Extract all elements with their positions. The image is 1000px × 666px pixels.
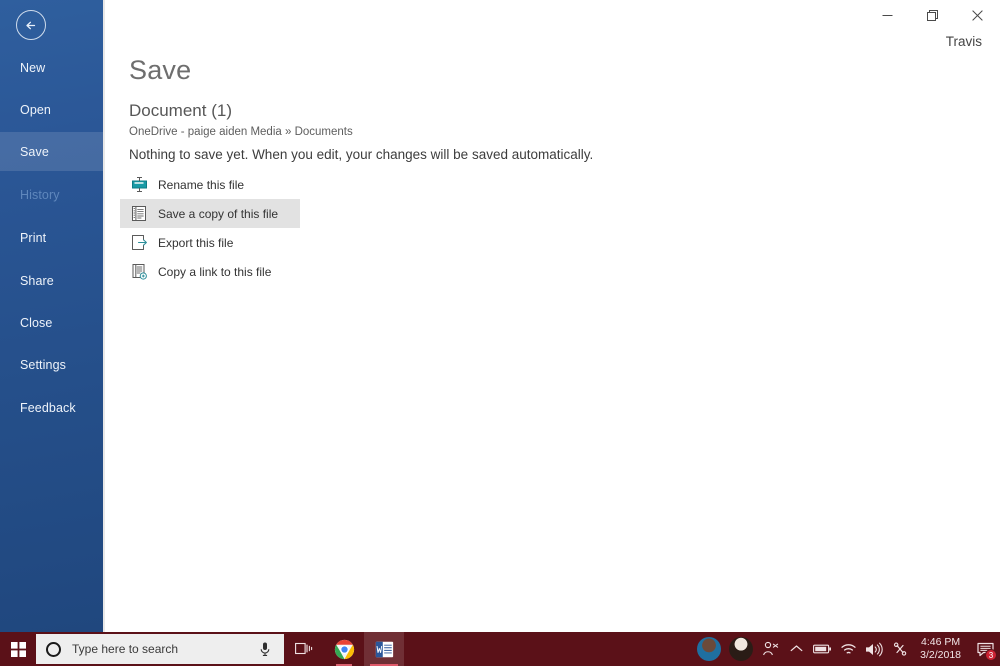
sidebar-item-label: Share [20,273,54,288]
sidebar-item-label: Print [20,230,47,245]
people-avatar-2[interactable] [729,637,754,661]
sidebar-item-save[interactable]: Save [0,132,103,171]
rename-file-icon [129,175,149,195]
task-view-icon [295,642,313,655]
sidebar-item-settings[interactable]: Settings [0,345,103,384]
action-label: Rename this file [158,177,245,192]
sidebar-item-history: History [0,175,103,214]
page-title: Save [129,55,192,85]
sidebar-item-open[interactable]: Open [0,90,103,129]
action-export-this-file[interactable]: Export this file [120,228,300,257]
close-button[interactable] [955,0,1000,30]
system-tray: 4:46 PM 3/2/2018 3 [689,632,1000,666]
sidebar-item-share[interactable]: Share [0,261,103,300]
close-icon [972,9,983,21]
file-actions-list: Rename this file Save a copy of this fil… [120,170,300,286]
sidebar-item-new[interactable]: New [0,48,103,87]
volume-icon[interactable] [861,632,887,666]
people-icon[interactable] [757,632,783,666]
word-backstage-screen: New Open Save History Print Share Close … [0,0,1000,666]
clock[interactable]: 4:46 PM 3/2/2018 [913,636,970,662]
microphone-icon[interactable] [258,641,272,662]
action-center-button[interactable]: 3 [970,632,1000,666]
show-hidden-icons-chevron-up-icon[interactable] [783,632,809,666]
action-save-a-copy-of-this-file[interactable]: Save a copy of this file [120,199,300,228]
minimize-icon [882,14,893,16]
clock-date: 3/2/2018 [920,649,961,661]
back-button[interactable] [16,10,46,40]
bluetooth-icon[interactable] [887,632,913,666]
account-name[interactable]: Travis [946,34,982,49]
restore-icon [927,9,938,21]
chrome-icon [334,639,354,659]
document-path: OneDrive - paige aiden Media » Documents [129,126,353,138]
copy-link-icon [129,262,149,282]
taskbar-button-word[interactable] [364,632,404,666]
backstage-view: New Open Save History Print Share Close … [0,0,1000,632]
wifi-icon[interactable] [835,632,861,666]
sidebar-item-label: Save [20,144,49,159]
battery-icon[interactable] [809,632,835,666]
word-icon [375,641,393,657]
sidebar-item-label: Feedback [20,400,76,415]
export-file-icon [129,233,149,253]
restore-button[interactable] [910,0,955,30]
action-label: Copy a link to this file [158,264,272,279]
task-view-button[interactable] [284,632,324,666]
sidebar-item-label: New [20,60,46,75]
backstage-sidebar: New Open Save History Print Share Close … [0,0,103,632]
sidebar-divider [103,0,105,632]
windows-logo-icon [10,641,26,657]
search-placeholder: Type here to search [72,642,179,656]
windows-taskbar: Type here to search 4:46 PM 3/2/2018 3 [0,632,1000,666]
action-label: Save a copy of this file [158,206,279,221]
clock-time: 4:46 PM [921,635,961,648]
autosave-status-text: Nothing to save yet. When you edit, your… [129,147,594,162]
taskbar-button-chrome[interactable] [324,632,364,666]
notification-badge: 3 [985,649,997,661]
sidebar-item-feedback[interactable]: Feedback [0,388,103,427]
document-name: Document (1) [129,101,232,120]
sidebar-item-print[interactable]: Print [0,218,103,257]
action-rename-this-file[interactable]: Rename this file [120,170,300,199]
action-label: Export this file [158,235,234,250]
sidebar-item-close[interactable]: Close [0,303,103,342]
sidebar-item-label: Open [20,102,51,117]
start-button[interactable] [0,632,36,666]
search-input[interactable]: Type here to search [36,634,284,664]
people-avatar-1[interactable] [697,637,722,661]
minimize-button[interactable] [865,0,910,30]
save-copy-icon [129,204,149,224]
sidebar-item-label: Settings [20,357,66,372]
cortana-icon [46,641,61,657]
sidebar-item-label: History [20,187,60,202]
window-controls [865,0,1000,30]
sidebar-item-label: Close [20,315,53,330]
action-copy-a-link-to-this-file[interactable]: Copy a link to this file [120,257,300,286]
